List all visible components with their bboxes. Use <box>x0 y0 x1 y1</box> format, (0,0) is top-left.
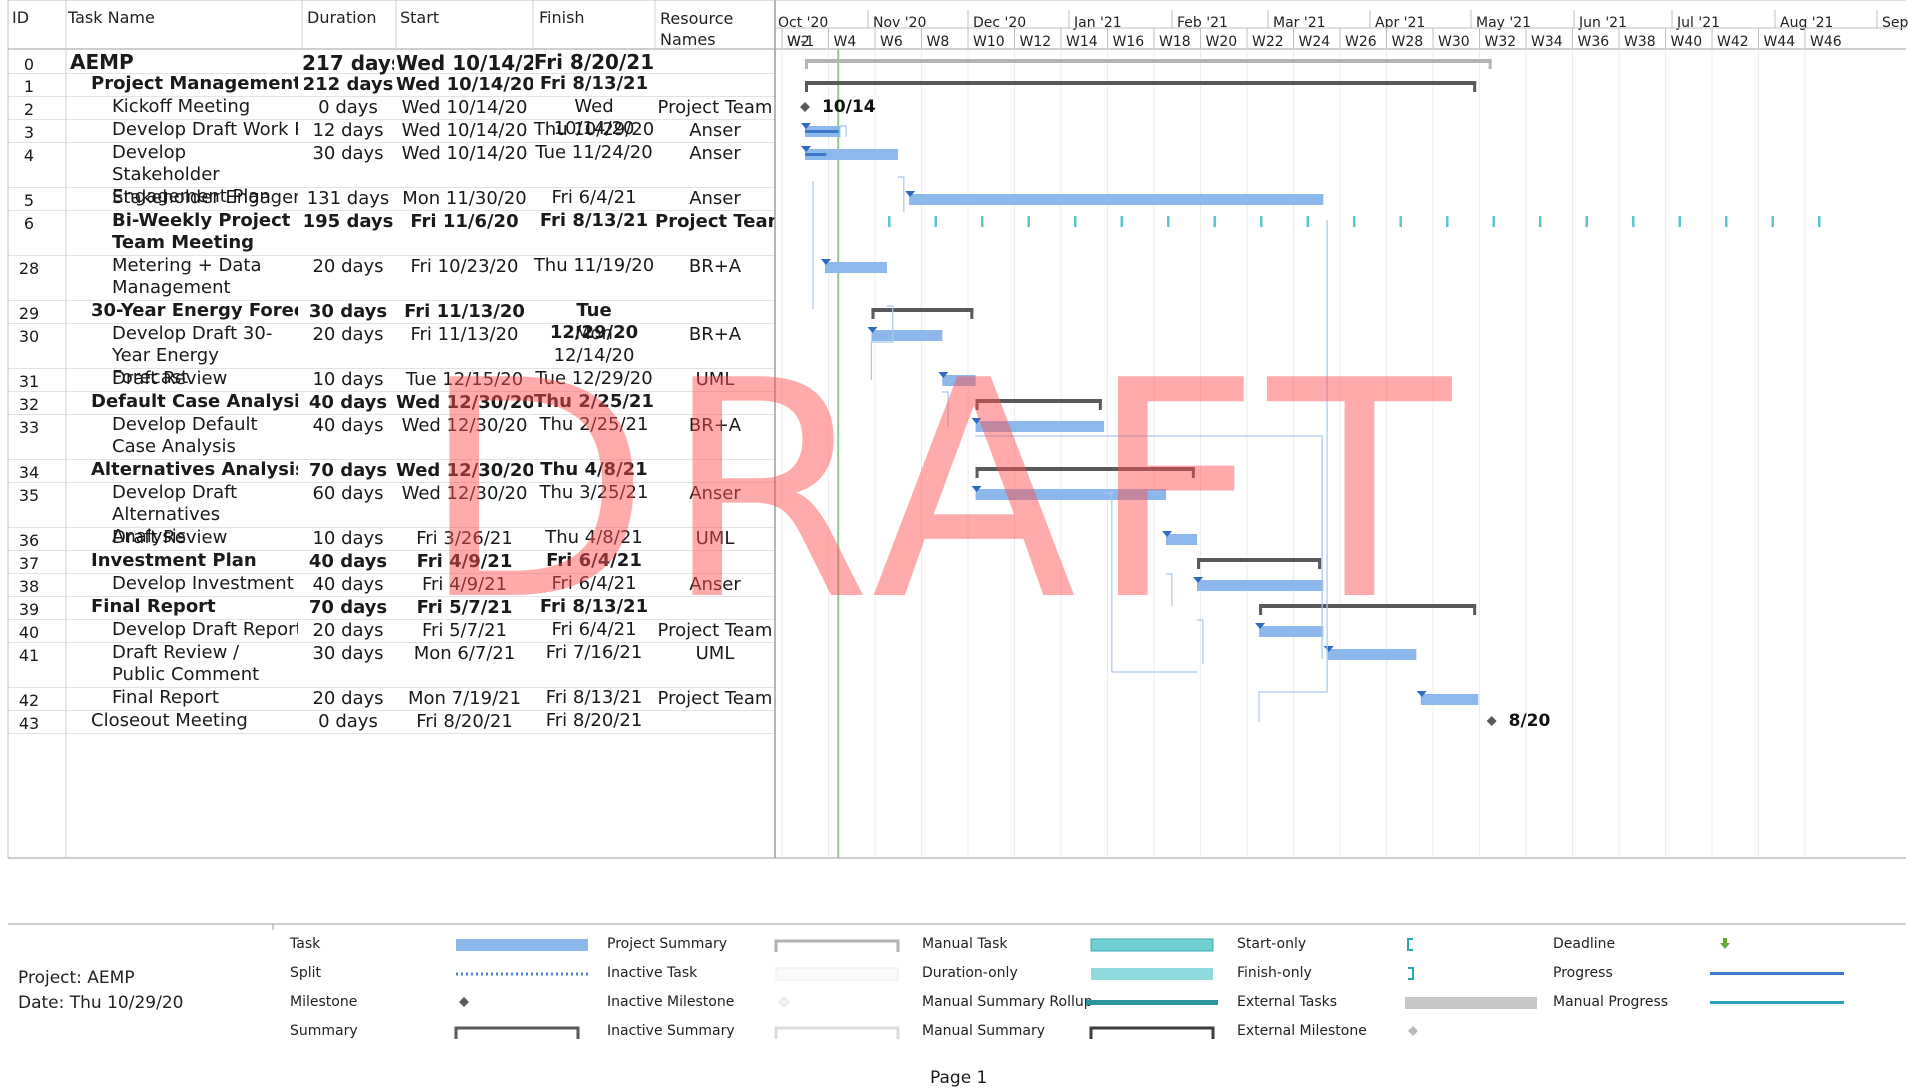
legend-inactive-summary-symbol <box>774 1026 900 1039</box>
legend-manual-summary-rollup-symbol <box>1086 1000 1218 1005</box>
legend-manual-task-symbol <box>1090 938 1214 952</box>
legend-project-summary-symbol <box>774 939 900 952</box>
legend-inactive-milestone-symbol <box>778 996 790 1008</box>
legend-milestone-symbol <box>459 997 469 1007</box>
gantt-sheet: ID Task Name Duration Start Finish Resou… <box>0 0 1908 1088</box>
legend-finish-only-symbol <box>1408 967 1414 980</box>
legend-summary-symbol <box>454 1026 580 1039</box>
legend-manual-summary-symbol <box>1089 1026 1215 1039</box>
legend-duration-only-symbol <box>1091 968 1213 980</box>
legend-manual-progress-symbol <box>1710 1001 1844 1004</box>
legend-symbols <box>454 938 1844 1039</box>
legend-start-only-symbol <box>1407 938 1413 951</box>
legend-deadline-symbol <box>1720 938 1730 949</box>
legend-inactive-task-symbol <box>775 967 899 981</box>
legend-progress-symbol <box>1710 972 1844 975</box>
legend-external-tasks-symbol <box>1405 997 1537 1009</box>
legend-external-milestone-symbol <box>1408 1026 1418 1036</box>
legend-task-symbol <box>456 939 588 951</box>
